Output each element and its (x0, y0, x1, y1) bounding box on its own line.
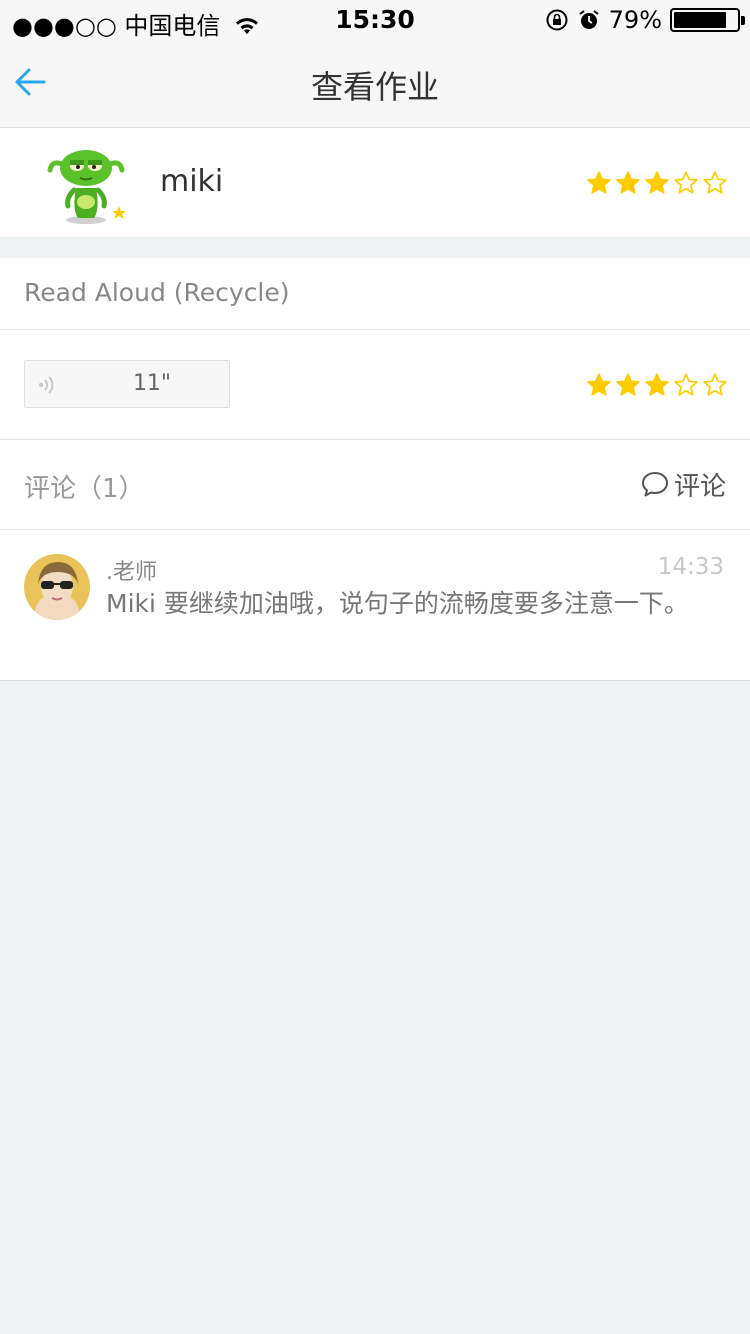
commenter-avatar (24, 554, 90, 620)
comment-time: 14:33 (657, 554, 724, 580)
comment-author: .老师 (106, 560, 157, 585)
star-filled-icon (587, 373, 611, 396)
star-filled-icon (587, 171, 611, 194)
star-filled-icon (645, 373, 669, 396)
nav-bar: 查看作业 (0, 40, 750, 128)
comment-bubble-icon (641, 471, 668, 496)
star-filled-icon (645, 171, 669, 194)
battery-percent: 79% (608, 6, 662, 34)
alarm-icon (579, 10, 599, 29)
homework-block: Read Aloud (Recycle) 11" 评论（1） 评论 .老师 14… (0, 258, 750, 680)
homework-rating (586, 372, 728, 398)
star-empty-icon (703, 373, 727, 396)
status-bar: ●●●○○ 中国电信 15:30 79% (0, 0, 750, 40)
audio-duration: 11" (132, 371, 172, 396)
star-empty-icon (674, 373, 698, 396)
page-title: 查看作业 (310, 68, 439, 106)
status-right: 79% (545, 6, 745, 34)
star-empty-icon (703, 171, 727, 194)
divider (0, 680, 750, 681)
divider (0, 439, 750, 440)
student-rating (586, 170, 728, 196)
star-filled-icon (616, 373, 640, 396)
homework-title: Read Aloud (Recycle) (24, 278, 290, 307)
comments-header: 评论（1） (24, 474, 145, 504)
divider (0, 329, 750, 330)
star-filled-icon (616, 171, 640, 194)
add-comment-label: 评论 (673, 472, 726, 502)
star-empty-icon (674, 171, 698, 194)
audio-play-button[interactable]: 11" (24, 360, 230, 408)
student-avatar (47, 150, 126, 224)
student-name: miki (160, 164, 224, 199)
comment-text: Miki 要继续加油哦，说句子的流畅度要多注意一下。 (106, 589, 689, 618)
student-card: miki (0, 128, 750, 237)
orientation-lock-icon (546, 9, 568, 31)
battery-icon (670, 8, 745, 32)
divider (0, 529, 750, 530)
add-comment-button[interactable]: 评论 (640, 466, 726, 503)
